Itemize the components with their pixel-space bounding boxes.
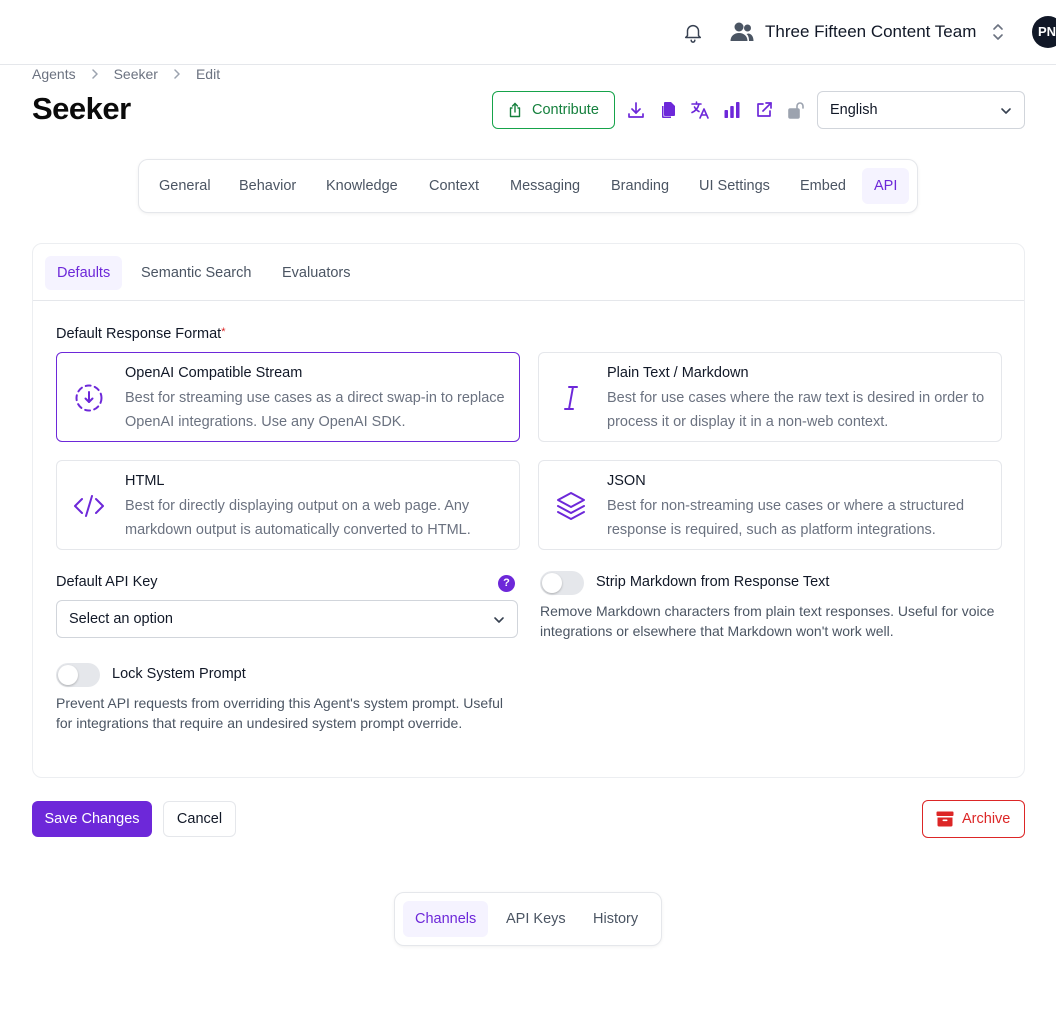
sub-tabs: Defaults Semantic Search Evaluators: [33, 244, 1024, 301]
subtab-evaluators[interactable]: Evaluators: [270, 256, 363, 290]
top-bar: Three Fifteen Content Team PN: [0, 0, 1056, 65]
api-key-label: Default API Key: [56, 574, 158, 590]
lock-open-icon[interactable]: [786, 100, 806, 120]
option-title: HTML: [125, 473, 165, 489]
toggle-knob: [542, 573, 562, 593]
chevron-right-icon: [91, 69, 98, 79]
response-format-label: Default Response Format*: [56, 326, 226, 342]
option-description: Best for directly displaying output on a…: [125, 498, 471, 538]
lock-system-prompt-label: Lock System Prompt: [112, 666, 246, 682]
option-title: JSON: [607, 473, 646, 489]
archive-icon: [936, 811, 954, 827]
chevron-right-icon: [174, 69, 180, 79]
format-option-openai-stream[interactable]: OpenAI Compatible Stream Best for stream…: [56, 352, 520, 442]
tab-messaging[interactable]: Messaging: [498, 168, 592, 204]
translate-icon[interactable]: [690, 100, 710, 120]
tab-api[interactable]: API: [862, 168, 910, 204]
tab-general[interactable]: General: [147, 168, 223, 204]
breadcrumb: Agents Seeker Edit: [32, 64, 220, 84]
api-key-placeholder: Select an option: [69, 611, 173, 627]
breadcrumb-seeker[interactable]: Seeker: [114, 66, 158, 82]
strip-markdown-description: Remove Markdown characters from plain te…: [540, 603, 995, 639]
tab-channels[interactable]: Channels: [403, 901, 489, 937]
lock-system-prompt-description: Prevent API requests from overriding thi…: [56, 695, 503, 731]
bottom-tabs: Channels API Keys History: [394, 892, 662, 946]
language-value: English: [830, 102, 878, 118]
dashed-stream-icon: [75, 384, 103, 412]
strip-markdown-toggle[interactable]: [540, 571, 584, 595]
code-icon: [74, 495, 104, 517]
bell-icon[interactable]: [682, 21, 704, 43]
help-icon[interactable]: ?: [498, 575, 515, 592]
strip-markdown-label: Strip Markdown from Response Text: [596, 574, 830, 590]
contribute-label: Contribute: [532, 102, 599, 118]
tab-context[interactable]: Context: [417, 168, 491, 204]
tab-behavior[interactable]: Behavior: [227, 168, 308, 204]
download-icon[interactable]: [626, 100, 646, 120]
format-option-plain-text[interactable]: Plain Text / Markdown Best for use cases…: [538, 352, 1002, 442]
format-option-json[interactable]: JSON Best for non-streaming use cases or…: [538, 460, 1002, 550]
toggle-knob: [58, 665, 78, 685]
cancel-button[interactable]: Cancel: [163, 801, 236, 837]
italic-cursor-icon: [564, 386, 578, 410]
external-link-icon[interactable]: [754, 100, 774, 120]
copy-icon[interactable]: [658, 100, 678, 120]
users-icon: [730, 22, 754, 41]
api-settings-card: Defaults Semantic Search Evaluators Defa…: [32, 243, 1025, 778]
chevron-down-icon: [494, 617, 504, 623]
option-title: Plain Text / Markdown: [607, 365, 749, 381]
team-name: Three Fifteen Content Team: [765, 22, 977, 41]
tab-history[interactable]: History: [581, 901, 650, 937]
format-option-html[interactable]: HTML Best for directly displaying output…: [56, 460, 520, 550]
option-description: Best for non-streaming use cases or wher…: [607, 498, 965, 538]
language-select[interactable]: English: [817, 91, 1025, 129]
archive-label: Archive: [962, 811, 1011, 827]
team-switcher[interactable]: Three Fifteen Content Team: [730, 18, 1005, 46]
layers-icon: [557, 492, 585, 520]
tab-knowledge[interactable]: Knowledge: [314, 168, 410, 204]
api-key-select[interactable]: Select an option: [56, 600, 518, 638]
archive-button[interactable]: Archive: [922, 800, 1025, 838]
main-tabs: General Behavior Knowledge Context Messa…: [138, 159, 918, 213]
breadcrumb-edit[interactable]: Edit: [196, 66, 220, 82]
required-mark: *: [221, 326, 226, 338]
subtab-defaults[interactable]: Defaults: [45, 256, 123, 290]
avatar[interactable]: PN: [1032, 16, 1056, 48]
subtab-semantic-search[interactable]: Semantic Search: [129, 256, 263, 290]
tab-embed[interactable]: Embed: [788, 168, 858, 204]
tab-ui-settings[interactable]: UI Settings: [687, 168, 782, 204]
chart-bar-icon[interactable]: [722, 100, 742, 120]
chevron-down-icon: [1001, 108, 1011, 114]
option-description: Best for use cases where the raw text is…: [607, 390, 985, 430]
tab-branding[interactable]: Branding: [599, 168, 681, 204]
contribute-button[interactable]: Contribute: [492, 91, 615, 129]
page-title: Seeker: [32, 91, 131, 126]
tab-api-keys[interactable]: API Keys: [494, 901, 578, 937]
chevron-up-down-icon: [993, 24, 1004, 40]
option-description: Best for streaming use cases as a direct…: [125, 390, 505, 430]
save-button[interactable]: Save Changes: [32, 801, 152, 837]
option-title: OpenAI Compatible Stream: [125, 365, 303, 381]
share-upload-icon: [509, 102, 521, 118]
lock-system-prompt-toggle[interactable]: [56, 663, 100, 687]
breadcrumb-agents[interactable]: Agents: [32, 66, 76, 82]
